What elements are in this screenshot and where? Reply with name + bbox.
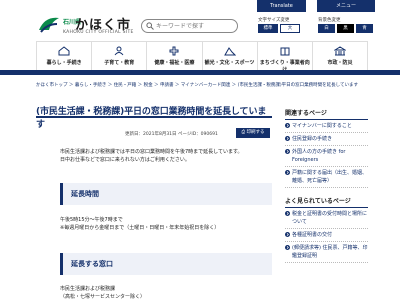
related-link[interactable]: 住民登録の手続き: [285, 133, 368, 146]
related-link[interactable]: 外国人の方の手続き for Foreigners: [285, 146, 368, 167]
search-icon[interactable]: [146, 22, 154, 30]
city-hall-icon: [333, 46, 346, 56]
global-nav: 暮らし・手続き 子育て・教育 健康・福祉・医療 観光・文化・スポーツ まちづくり…: [36, 41, 369, 73]
bg-blue-button[interactable]: 青: [356, 24, 373, 33]
breadcrumb[interactable]: かほく市トップ ＞ 暮らし・手続き ＞ 住民・戸籍 ＞ 税金 ＞ 申請書 ＞ マ…: [36, 82, 358, 88]
translate-button[interactable]: Translate: [257, 0, 306, 12]
page-title: (市民生活課・税務課)平日の窓口業務時間を延長しています: [36, 96, 272, 130]
nav-item-living[interactable]: 暮らし・手続き: [36, 42, 91, 70]
search-input[interactable]: [156, 21, 234, 31]
popular-link[interactable]: (郵便請求等) 住民票、戸籍等、印鑑登録証明: [285, 242, 368, 263]
nav-divider: [0, 70, 400, 75]
home-icon: [58, 46, 70, 56]
chevron-right-icon: [285, 232, 290, 237]
font-size-label: 文字サイズ変更: [258, 18, 290, 23]
popular-link[interactable]: 各種証明書の交付: [285, 229, 368, 242]
chevron-right-icon: [285, 245, 290, 250]
chevron-right-icon: [285, 211, 290, 216]
building-icon: [280, 47, 290, 56]
nav-item-sightseeing[interactable]: 観光・文化・スポーツ: [201, 42, 257, 70]
nav-item-childcare[interactable]: 子育て・教育: [91, 42, 146, 70]
print-button[interactable]: ⎙ 印刷する: [236, 128, 270, 138]
font-size-standard-button[interactable]: 標準: [258, 24, 278, 33]
child-icon: [114, 46, 124, 56]
popular-pages-heading: よく見られているページ: [285, 196, 368, 208]
related-pages-list: マイナンバーに関すること 住民登録の手続き 外国人の方の手続き for Fore…: [285, 120, 368, 188]
nav-item-town[interactable]: まちづくり・事業者向け: [256, 42, 312, 73]
chevron-right-icon: [285, 123, 290, 128]
popular-link[interactable]: 税金と証明書の受付時間と場所について: [285, 208, 368, 229]
windows-line-1: 市民生活課および税務課: [60, 286, 116, 292]
bg-black-button[interactable]: 黒: [337, 24, 354, 33]
intro-line-2: 日中お仕事などで窓口に来られない方はご利用ください。: [60, 157, 190, 163]
site-logo[interactable]: 石川県 かほく市 KAHOKU CITY OFFICIAL SITE: [37, 14, 137, 38]
logo-english: KAHOKU CITY OFFICIAL SITE: [63, 30, 134, 35]
font-size-large-button[interactable]: 大: [280, 24, 300, 33]
section-heading-hours: 延長時間: [60, 183, 272, 205]
sightseeing-icon: [223, 47, 236, 56]
site-header: 石川県 かほく市 KAHOKU CITY OFFICIAL SITE Trans…: [0, 0, 400, 40]
hours-line-1: 午後5時15分～午後7時まで: [60, 217, 123, 223]
bg-color-label: 背景色変更: [318, 18, 341, 23]
chevron-right-icon: [285, 149, 290, 154]
printer-icon: ⎙: [241, 130, 246, 135]
section-heading-windows: 延長する窓口: [60, 253, 272, 275]
related-pages-sidebar: 関連するページ マイナンバーに関すること 住民登録の手続き 外国人の方の手続き …: [285, 108, 368, 263]
intro-line-1: 市民生活課および税務課では平日の窓口業務時間を午後7時まで延長しています。: [60, 149, 243, 155]
related-pages-heading: 関連するページ: [285, 108, 368, 120]
nav-item-city-admin[interactable]: 市政・防災: [311, 42, 369, 70]
related-link[interactable]: 戸籍に関する届出（出生、婚姻、離婚、死亡届等）: [285, 167, 368, 188]
chevron-right-icon: [285, 136, 290, 141]
nav-item-health[interactable]: 健康・福祉・医療: [146, 42, 201, 70]
related-link[interactable]: マイナンバーに関すること: [285, 120, 368, 133]
hours-line-2: ※毎週月曜日から金曜日まで（土曜日・日曜日・年末年始祝日を除く）: [60, 225, 220, 231]
page-meta: 更新日：2021年8月31日 ページID：090691: [125, 132, 218, 137]
search-box: [141, 19, 238, 33]
health-icon: [169, 46, 179, 56]
chevron-right-icon: [285, 170, 290, 175]
menu-button[interactable]: メニュー: [317, 0, 375, 12]
city-logo-mark-icon: [39, 17, 59, 33]
bg-white-button[interactable]: 白: [318, 24, 335, 33]
main-content: (市民生活課・税務課)平日の窓口業務時間を延長しています: [36, 96, 272, 130]
popular-pages-list: 税金と証明書の受付時間と場所について 各種証明書の交付 (郵便請求等) 住民票、…: [285, 208, 368, 263]
